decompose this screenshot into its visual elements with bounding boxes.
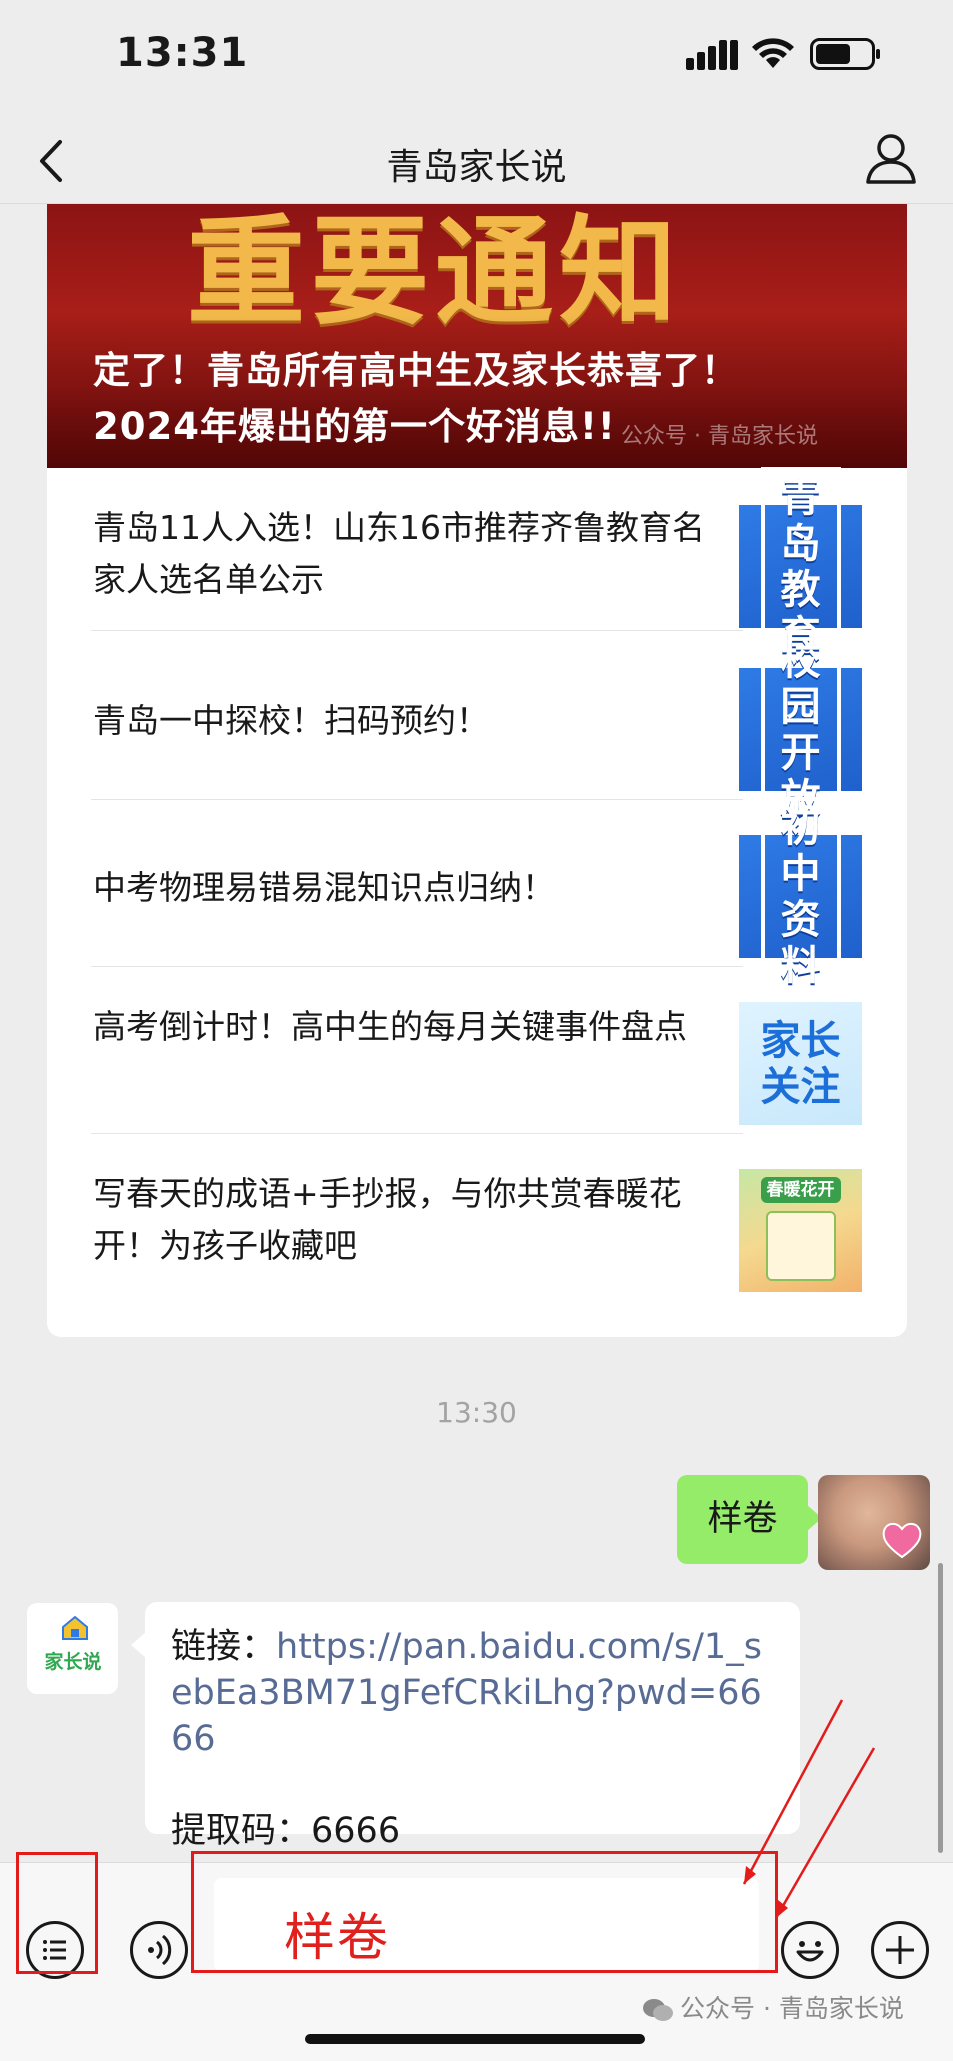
chat-title: 青岛家长说 (386, 147, 567, 188)
banner-headline-line2: 2024年爆出的第一个好消息!! (93, 405, 616, 448)
official-account-avatar[interactable]: 家长说 (27, 1603, 118, 1694)
article-thumbnail: 校园开放 (739, 629, 862, 830)
extraction-code: 6666 (311, 1811, 401, 1851)
house-logo-icon (62, 1615, 88, 1640)
cellular-signal-icon (686, 40, 738, 70)
received-message-bubble[interactable]: 链接：https://pan.baidu.com/s/1_sebEa3BM71g… (131, 1602, 800, 1851)
link-label: 链接： (171, 1627, 277, 1667)
headline-banner[interactable]: 重要通知 定了！青岛所有高中生及家长恭喜了！ 2024年爆出的第一个好消息!! … (47, 204, 907, 468)
profile-icon[interactable] (864, 130, 918, 188)
banner-watermark: 公众号 · 青岛家长说 (621, 424, 818, 449)
divider (91, 966, 743, 967)
voice-icon[interactable] (130, 1921, 188, 1979)
wechat-icon (643, 1999, 673, 2021)
divider (91, 799, 743, 800)
annotation-arrow-icon (742, 1699, 876, 1919)
nav-bar: 青岛家长说 (0, 118, 953, 204)
heart-icon (882, 1523, 922, 1559)
banner-headline-line1: 定了！青岛所有高中生及家长恭喜了！ (93, 349, 739, 392)
battery-icon (810, 38, 880, 70)
article-title: 写春天的成语+手抄报，与你共赏春暖花开！为孩子收藏吧 (93, 1174, 682, 1265)
article-thumbnail: 初中资料 (739, 796, 862, 997)
home-indicator[interactable] (305, 2034, 645, 2044)
divider (91, 630, 743, 631)
avatar-logo-text: 家长说 (44, 1651, 102, 1673)
article-thumbnail: 春暖花开 (739, 1169, 862, 1292)
annotation-box-input (191, 1851, 778, 1973)
article-card: 重要通知 定了！青岛所有高中生及家长恭喜了！ 2024年爆出的第一个好消息!! … (47, 204, 907, 1337)
article-item[interactable]: 写春天的成语+手抄报，与你共赏春暖花开！为孩子收藏吧 春暖花开 (47, 1136, 907, 1303)
article-thumbnail: 家长关注 (739, 1002, 862, 1125)
status-time: 13:31 (116, 30, 249, 76)
divider (91, 1133, 743, 1134)
article-item[interactable]: 青岛一中探校！扫码预约！ 校园开放 (47, 629, 907, 830)
article-title: 高考倒计时！高中生的每月关键事件盘点 (93, 1007, 687, 1046)
code-label: 提取码： (171, 1811, 312, 1851)
annotation-box-menu (16, 1852, 98, 1974)
sent-message-bubble[interactable]: 样卷 (677, 1475, 822, 1564)
status-bar: 13:31 (0, 0, 953, 118)
article-item[interactable]: 高考倒计时！高中生的每月关键事件盘点 家长关注 (47, 969, 907, 1136)
scrollbar[interactable] (938, 1563, 943, 1853)
article-title: 中考物理易错易混知识点归纳！ (93, 868, 555, 907)
wifi-icon (752, 38, 794, 68)
footer-watermark: 公众号 · 青岛家长说 (642, 1989, 904, 2025)
article-item[interactable]: 中考物理易错易混知识点归纳！ 初中资料 (47, 796, 907, 997)
message-timestamp: 13:30 (436, 1396, 517, 1429)
my-avatar[interactable] (818, 1475, 930, 1570)
article-title: 青岛一中探校！扫码预约！ (93, 701, 489, 740)
